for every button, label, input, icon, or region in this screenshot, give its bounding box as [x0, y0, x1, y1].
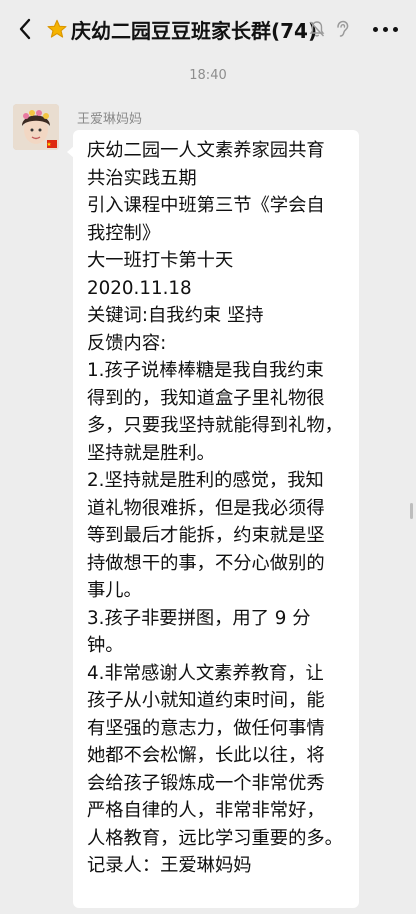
- message-line: 等到最后才能拆，约束就是坚: [87, 525, 325, 546]
- mute-bell-icon: [309, 21, 325, 37]
- message-line: 4.非常感谢人文素养教育，让: [87, 662, 324, 684]
- message-line: 得到的，我知道盒子里礼物很: [87, 387, 325, 409]
- message-line: 我控制》: [87, 222, 161, 244]
- sender-name: 王爱琳妈妈: [77, 112, 143, 127]
- message-line: 她都不会松懈，长此以往，将: [87, 745, 325, 766]
- message-line: 2.坚持就是胜利的感觉，我知: [87, 470, 324, 491]
- avatar-image: [13, 104, 59, 150]
- message-line: 共治实践五期: [87, 167, 197, 189]
- chat-header: 庆幼二园豆豆班家长群(74): [0, 0, 416, 58]
- ear-icon: [337, 20, 349, 37]
- message-line: 严格自律的人，非常非常好，: [87, 800, 325, 821]
- chat-title: 庆幼二园豆豆班家长群(74): [71, 18, 318, 43]
- message-line: 2020.11.18: [87, 277, 192, 299]
- chevron-left-icon[interactable]: [14, 15, 38, 43]
- avatar[interactable]: [13, 104, 59, 150]
- message-line: 孩子从小就知道约束时间，能: [87, 690, 325, 711]
- message-bubble[interactable]: 庆幼二园一人文素养家园共育 共治实践五期引入课程中班第三节《学会自 我控制》大一班打…: [67, 130, 359, 908]
- message-timestamp: 18:40: [189, 68, 227, 83]
- message-line: 大一班打卡第十天: [87, 250, 234, 271]
- more-dots-icon[interactable]: [370, 16, 402, 40]
- scroll-indicator[interactable]: [410, 503, 413, 519]
- message-line: 坚持就是胜利。: [87, 442, 215, 464]
- message-line: 多，只要我坚持就能得到礼物，: [87, 415, 343, 436]
- message-line: 关键词:自我约束 坚持: [87, 305, 264, 326]
- message-line: 有坚强的意志力，做任何事情: [87, 717, 325, 739]
- message-line: 会给孩子锻炼成一个非常优秀: [87, 772, 325, 794]
- star-icon: [47, 19, 67, 38]
- message-line: 持做想干的事，不分心做别的: [87, 552, 325, 574]
- message-line: 事儿。: [87, 580, 142, 601]
- message-line: 3.孩子非要拼图，用了 9 分: [87, 607, 311, 629]
- message-line: 反馈内容:: [87, 332, 167, 354]
- message-line: 道礼物很难拆，但是我必须得: [87, 497, 325, 519]
- chat-title-area[interactable]: 庆幼二园豆豆班家长群(74): [46, 10, 317, 48]
- message-line: 1.孩子说棒棒糖是我自我约束: [87, 360, 324, 381]
- message-line: 引入课程中班第三节《学会自: [87, 195, 325, 216]
- message-line: 人格教育，远比学习重要的多。: [87, 827, 343, 849]
- message-line: 钟。: [87, 635, 124, 656]
- message-line: 庆幼二园一人文素养家园共育: [87, 140, 325, 161]
- message-line: 记录人：王爱琳妈妈: [87, 855, 252, 876]
